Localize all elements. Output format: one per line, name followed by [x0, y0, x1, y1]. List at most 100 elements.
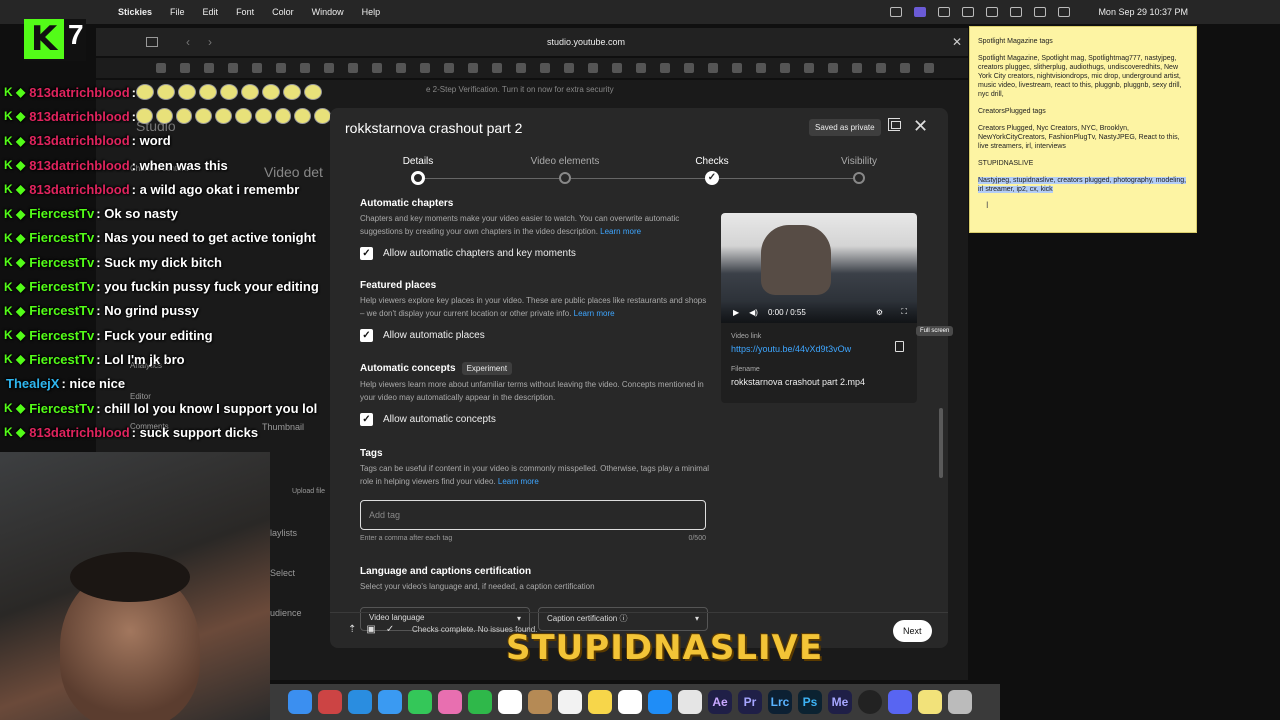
- bookmark-icon[interactable]: [804, 63, 814, 73]
- volume-icon[interactable]: ◀): [749, 308, 758, 317]
- chat-username[interactable]: FiercestTv: [29, 255, 94, 270]
- bookmark-icon[interactable]: [852, 63, 862, 73]
- back-icon[interactable]: ‹: [186, 35, 190, 49]
- upload-file-label[interactable]: Upload file: [292, 488, 325, 495]
- bookmark-icon[interactable]: [492, 63, 502, 73]
- step-details-dot[interactable]: [411, 171, 425, 185]
- chapters-learn-more-link[interactable]: Learn more: [600, 227, 641, 236]
- bookmark-icon[interactable]: [372, 63, 382, 73]
- forward-icon[interactable]: ›: [208, 35, 212, 49]
- bookmark-icon[interactable]: [348, 63, 358, 73]
- chat-username[interactable]: 813datrichblood: [29, 133, 129, 148]
- mail-icon[interactable]: [378, 690, 402, 714]
- bookmark-icon[interactable]: [684, 63, 694, 73]
- bookmark-icon[interactable]: [300, 63, 310, 73]
- chat-username[interactable]: FiercestTv: [29, 352, 94, 367]
- bookmark-icon[interactable]: [660, 63, 670, 73]
- playlist-select[interactable]: Select: [270, 568, 295, 578]
- bookmark-icon[interactable]: [780, 63, 790, 73]
- places-checkbox-row[interactable]: ✓ Allow automatic places: [360, 329, 710, 342]
- bookmark-icon[interactable]: [276, 63, 286, 73]
- media-encoder-icon[interactable]: Me: [828, 690, 852, 714]
- bookmark-icon[interactable]: [396, 63, 406, 73]
- menu-clock[interactable]: Mon Sep 29 10:37 PM: [1098, 7, 1188, 17]
- chapters-checkbox[interactable]: ✓: [360, 247, 373, 260]
- bookmark-icon[interactable]: [756, 63, 766, 73]
- chat-username[interactable]: FiercestTv: [29, 303, 94, 318]
- tags-learn-more-link[interactable]: Learn more: [498, 477, 539, 486]
- chat-username[interactable]: FiercestTv: [29, 279, 94, 294]
- bookmark-icon[interactable]: [180, 63, 190, 73]
- finder-icon[interactable]: [288, 690, 312, 714]
- calendar-icon[interactable]: [498, 690, 522, 714]
- bookmark-icon[interactable]: [564, 63, 574, 73]
- sticky-selected-text[interactable]: Nastyjpeg, stupidnaslive, creators plugg…: [978, 177, 1187, 193]
- safari-icon[interactable]: [348, 690, 372, 714]
- menu-help[interactable]: Help: [362, 7, 381, 17]
- bookmark-icon[interactable]: [228, 63, 238, 73]
- bookmark-icon[interactable]: [732, 63, 742, 73]
- menu-window[interactable]: Window: [312, 7, 344, 17]
- chat-username[interactable]: FiercestTv: [29, 401, 94, 416]
- battery-icon[interactable]: [1010, 7, 1022, 17]
- bookmark-icon[interactable]: [252, 63, 262, 73]
- app-store-icon[interactable]: [648, 690, 672, 714]
- bookmark-icon[interactable]: [420, 63, 430, 73]
- freeform-icon[interactable]: [618, 690, 642, 714]
- bookmark-icon[interactable]: [540, 63, 550, 73]
- step-checks-done-icon[interactable]: ✓: [705, 171, 719, 185]
- chrome-icon[interactable]: [962, 7, 974, 17]
- lightroom-icon[interactable]: Lrc: [768, 690, 792, 714]
- dialog-scrollbar[interactable]: [939, 408, 943, 478]
- wifi-icon[interactable]: [1034, 7, 1046, 17]
- notes-icon[interactable]: [588, 690, 612, 714]
- menu-color[interactable]: Color: [272, 7, 294, 17]
- play-icon[interactable]: ▶: [733, 308, 739, 317]
- bookmark-icon[interactable]: [828, 63, 838, 73]
- facetime-icon[interactable]: [468, 690, 492, 714]
- photoshop-icon[interactable]: Ps: [798, 690, 822, 714]
- close-tab-icon[interactable]: ✕: [952, 35, 962, 49]
- url-bar[interactable]: studio.youtube.com: [456, 37, 716, 47]
- places-learn-more-link[interactable]: Learn more: [574, 309, 615, 318]
- bookmark-icon[interactable]: [468, 63, 478, 73]
- menu-app[interactable]: Stickies: [118, 7, 152, 17]
- contacts-icon[interactable]: [528, 690, 552, 714]
- trash-icon[interactable]: [948, 690, 972, 714]
- tag-input[interactable]: Add tag: [360, 500, 706, 530]
- play-icon[interactable]: [986, 7, 998, 17]
- status-icon[interactable]: [890, 7, 902, 17]
- chrome-icon[interactable]: [678, 690, 702, 714]
- bookmark-icon[interactable]: [900, 63, 910, 73]
- sidebar-toggle-icon[interactable]: [146, 37, 158, 47]
- menu-edit[interactable]: Edit: [203, 7, 219, 17]
- bookmark-icon[interactable]: [588, 63, 598, 73]
- bookmark-icon[interactable]: [516, 63, 526, 73]
- video-player[interactable]: ▶ ◀) 0:00 / 0:55 ⚙ ⛶: [721, 213, 917, 323]
- bookmark-icon[interactable]: [708, 63, 718, 73]
- dropbox-icon[interactable]: [938, 7, 950, 17]
- step-video-elements[interactable]: Video elements: [505, 156, 625, 167]
- messages-icon[interactable]: [408, 690, 432, 714]
- next-button[interactable]: Next: [893, 620, 932, 642]
- sticky-note[interactable]: Spotlight Magazine tags Spotlight Magazi…: [969, 26, 1197, 233]
- close-icon[interactable]: ✕: [913, 116, 928, 137]
- chat-username[interactable]: FiercestTv: [29, 206, 94, 221]
- copy-icon[interactable]: [895, 341, 904, 352]
- chat-username[interactable]: FiercestTv: [29, 230, 94, 245]
- stickies-icon[interactable]: [918, 690, 942, 714]
- chapters-checkbox-row[interactable]: ✓ Allow automatic chapters and key moment…: [360, 247, 710, 260]
- bookmark-icon[interactable]: [204, 63, 214, 73]
- screen-record-icon[interactable]: [914, 7, 926, 17]
- launchpad-icon[interactable]: [318, 690, 342, 714]
- menu-file[interactable]: File: [170, 7, 185, 17]
- chat-username[interactable]: 813datrichblood: [29, 182, 129, 197]
- bookmark-icon[interactable]: [612, 63, 622, 73]
- menu-font[interactable]: Font: [236, 7, 254, 17]
- bookmark-icon[interactable]: [876, 63, 886, 73]
- chat-username[interactable]: FiercestTv: [29, 328, 94, 343]
- chat-username[interactable]: 813datrichblood: [29, 158, 129, 173]
- after-effects-icon[interactable]: Ae: [708, 690, 732, 714]
- chat-username[interactable]: 813datrichblood: [29, 85, 129, 100]
- discord-icon[interactable]: [888, 690, 912, 714]
